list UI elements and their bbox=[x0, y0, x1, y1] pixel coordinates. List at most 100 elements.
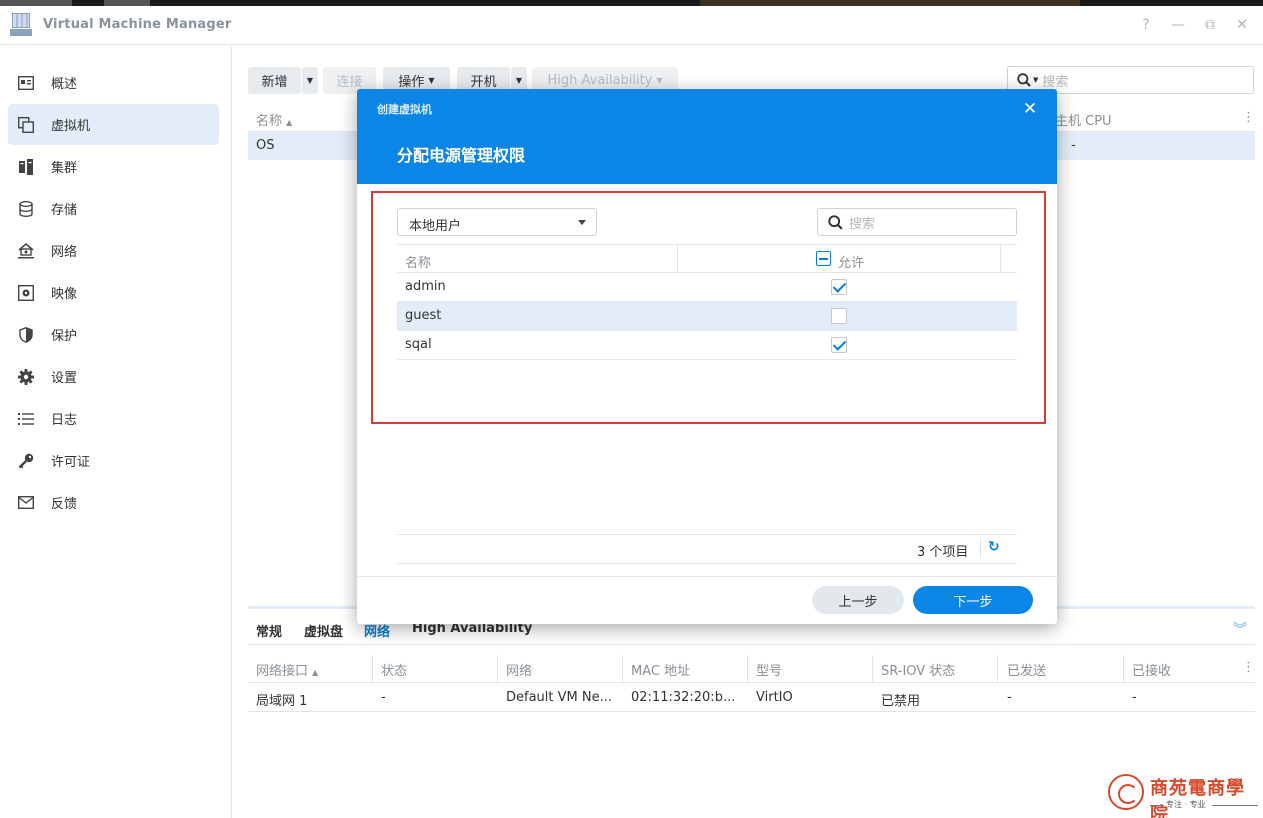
user-name: admin bbox=[405, 279, 446, 294]
search-icon bbox=[828, 214, 843, 230]
allow-checkbox[interactable] bbox=[831, 308, 847, 324]
column-model[interactable]: 型号 bbox=[756, 660, 782, 679]
sidebar-item-label: 存储 bbox=[51, 203, 78, 218]
sidebar-item-virtual-machine[interactable]: 虚拟机 bbox=[8, 104, 219, 145]
sidebar-item-label: 网络 bbox=[51, 245, 78, 260]
table-row[interactable]: sqal bbox=[397, 331, 1017, 360]
vm-host-cpu: - bbox=[1071, 138, 1076, 153]
tab-virtual-disk[interactable]: 虚拟盘 bbox=[304, 621, 343, 640]
watermark-logo: 商苑電商學院 专注 · 专业 bbox=[1106, 772, 1260, 818]
dialog-breadcrumb: 创建虚拟机 bbox=[377, 103, 432, 116]
select-all-checkbox[interactable] bbox=[816, 251, 831, 266]
column-network-interface[interactable]: 网络接口 ▲ bbox=[256, 660, 318, 679]
help-button[interactable]: ? bbox=[1137, 17, 1155, 33]
column-network[interactable]: 网络 bbox=[506, 660, 532, 679]
restore-button[interactable]: ⧉ bbox=[1201, 17, 1219, 33]
cell-network: Default VM Ne... bbox=[506, 690, 612, 705]
sidebar: 概述 虚拟机 集群 存储 网络 映像 保护 设置 日志 许可证 反馈 bbox=[0, 46, 232, 818]
user-type-select[interactable]: 本地用户 bbox=[397, 208, 597, 236]
watermark-brand: 商苑電商學院 bbox=[1150, 778, 1245, 818]
new-dropdown-button[interactable]: ▼ bbox=[302, 67, 318, 94]
next-button[interactable]: 下一步 bbox=[913, 586, 1033, 614]
sidebar-item-protection[interactable]: 保护 bbox=[8, 314, 219, 355]
sidebar-item-feedback[interactable]: 反馈 bbox=[8, 482, 219, 523]
sidebar-item-settings[interactable]: 设置 bbox=[8, 356, 219, 397]
caret-down-icon bbox=[578, 220, 586, 225]
dialog-title: 分配电源管理权限 bbox=[397, 146, 526, 165]
cell-interface: 局域网 1 bbox=[256, 694, 308, 709]
caret-down-icon: ▼ bbox=[1033, 76, 1039, 84]
column-sent[interactable]: 已发送 bbox=[1007, 660, 1046, 679]
column-sriov-status[interactable]: SR-IOV 状态 bbox=[881, 660, 955, 679]
column-host-cpu[interactable]: 主机 CPU bbox=[1055, 110, 1112, 129]
vm-name: OS bbox=[256, 138, 275, 153]
gear-icon bbox=[17, 368, 35, 386]
sidebar-item-label: 保护 bbox=[51, 329, 78, 344]
cell-mac: 02:11:32:20:b... bbox=[631, 690, 736, 705]
item-count: 3 个项目 bbox=[917, 545, 969, 560]
new-button[interactable]: 新增 bbox=[248, 67, 301, 94]
shield-icon bbox=[17, 326, 35, 344]
vmm-app-icon bbox=[10, 13, 32, 37]
watermark-sub: 专注 · 专业 bbox=[1166, 800, 1206, 809]
sidebar-item-label: 概述 bbox=[51, 77, 78, 92]
sidebar-item-label: 日志 bbox=[51, 413, 78, 428]
tab-general[interactable]: 常规 bbox=[256, 621, 282, 640]
table-row[interactable]: guest bbox=[397, 302, 1017, 331]
sidebar-item-label: 许可证 bbox=[51, 455, 91, 470]
divider bbox=[980, 538, 981, 558]
sidebar-item-log[interactable]: 日志 bbox=[8, 398, 219, 439]
user-search-input[interactable]: 搜索 bbox=[817, 208, 1017, 236]
sidebar-item-image[interactable]: 映像 bbox=[8, 272, 219, 313]
allow-checkbox[interactable] bbox=[831, 279, 847, 295]
allow-checkbox[interactable] bbox=[831, 337, 847, 353]
column-mac-address[interactable]: MAC 地址 bbox=[631, 660, 690, 679]
refresh-icon[interactable]: ↻ bbox=[988, 539, 1000, 555]
sidebar-item-storage[interactable]: 存储 bbox=[8, 188, 219, 229]
column-name[interactable]: 名称 ▲ bbox=[256, 110, 292, 129]
cell-received: - bbox=[1132, 690, 1137, 705]
overview-icon bbox=[17, 74, 35, 92]
user-table-header: 名称 允许 bbox=[397, 244, 1017, 273]
sidebar-item-label: 设置 bbox=[51, 371, 78, 386]
image-icon bbox=[17, 284, 35, 302]
close-icon[interactable]: ✕ bbox=[1020, 99, 1040, 119]
column-name[interactable]: 名称 bbox=[405, 252, 431, 271]
close-window-button[interactable]: ✕ bbox=[1233, 17, 1251, 33]
minimize-button[interactable]: — bbox=[1169, 17, 1187, 33]
collapse-icon[interactable]: ︾ bbox=[1233, 619, 1247, 639]
sidebar-item-label: 虚拟机 bbox=[51, 119, 91, 134]
user-name: guest bbox=[405, 308, 442, 323]
virtual-machine-icon bbox=[17, 116, 35, 134]
caret-down-icon: ▼ bbox=[306, 76, 314, 85]
sidebar-item-label: 反馈 bbox=[51, 497, 78, 512]
sidebar-item-license[interactable]: 许可证 bbox=[8, 440, 219, 481]
table-row[interactable] bbox=[248, 683, 1255, 712]
previous-button[interactable]: 上一步 bbox=[812, 586, 904, 614]
dialog-header: 创建虚拟机 分配电源管理权限 ✕ bbox=[357, 89, 1057, 184]
divider bbox=[397, 534, 1017, 535]
divider bbox=[357, 576, 1057, 577]
app-title: Virtual Machine Manager bbox=[43, 17, 232, 32]
column-allow[interactable]: 允许 bbox=[838, 252, 864, 271]
divider bbox=[397, 563, 1017, 564]
column-status[interactable]: 状态 bbox=[381, 660, 407, 679]
ha-label: High Availability bbox=[547, 73, 653, 88]
column-received[interactable]: 已接收 bbox=[1132, 660, 1171, 679]
cell-status: - bbox=[381, 690, 386, 705]
sidebar-item-network[interactable]: 网络 bbox=[8, 230, 219, 271]
brand-logo-icon bbox=[1108, 774, 1144, 810]
sidebar-item-overview[interactable]: 概述 bbox=[8, 62, 219, 103]
user-type-value: 本地用户 bbox=[409, 219, 462, 234]
column-menu-icon[interactable]: ⋮ bbox=[1242, 110, 1255, 125]
network-icon bbox=[17, 242, 35, 260]
sidebar-item-cluster[interactable]: 集群 bbox=[8, 146, 219, 187]
table-row[interactable]: admin bbox=[397, 273, 1017, 302]
search-icon bbox=[1017, 73, 1031, 87]
list-icon bbox=[17, 410, 35, 428]
column-menu-icon[interactable]: ⋮ bbox=[1242, 660, 1255, 675]
window-titlebar: Virtual Machine Manager ? — ⧉ ✕ bbox=[0, 6, 1263, 45]
storage-icon bbox=[17, 200, 35, 218]
sidebar-item-label: 集群 bbox=[51, 161, 78, 176]
search-placeholder: 搜索 bbox=[1042, 74, 1069, 90]
